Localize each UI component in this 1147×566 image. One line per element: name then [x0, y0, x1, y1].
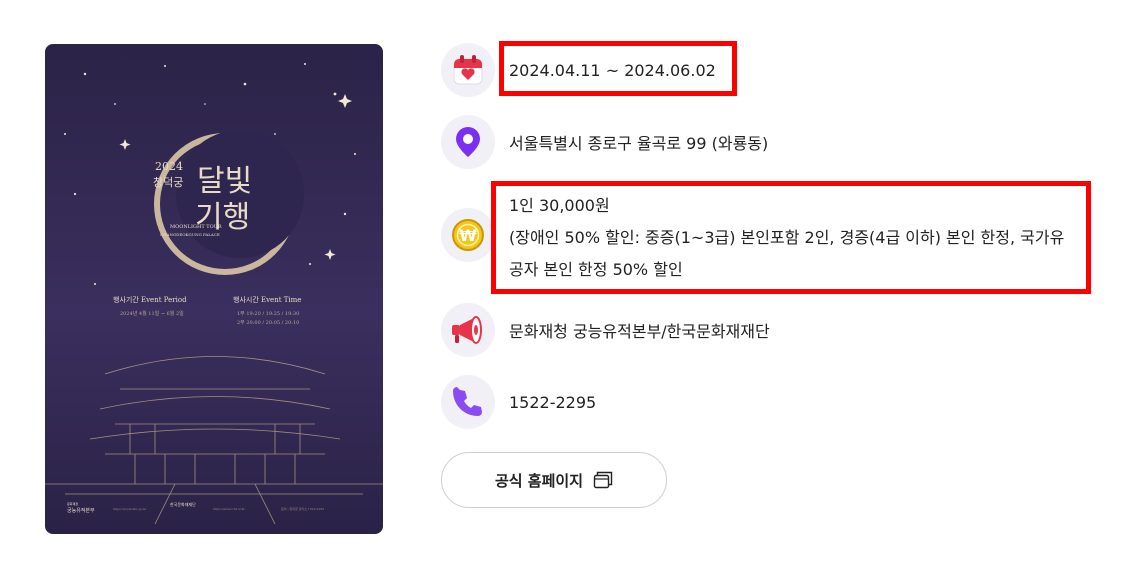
- official-homepage-button[interactable]: 공식 홈페이지: [441, 452, 667, 508]
- poster-artwork: [45, 63, 383, 525]
- calendar-icon-wrap: [441, 43, 495, 97]
- svg-text:₩: ₩: [459, 226, 477, 245]
- event-organizer: 문화재청 궁능유적본부/한국문화재재단: [509, 322, 770, 341]
- poster-contact: 문의 | 창덕궁 관리소 1522-2295: [281, 507, 325, 511]
- calendar-icon: [453, 55, 483, 85]
- organizer-row: 문화재청 궁능유적본부/한국문화재재단: [441, 303, 770, 357]
- event-poster: 2024 창덕궁 달빛 기행 MOONLIGHT TOUR CHANGDEOKG…: [45, 44, 383, 534]
- poster-org1: 궁능유적본부: [67, 508, 95, 514]
- poster-event-period-value: 2024년 4월 11일 ~ 6월 2일: [120, 311, 184, 317]
- poster-event-time-label: 행사시간 Event Time: [233, 296, 302, 304]
- phone-row: 1522-2295: [441, 375, 596, 429]
- megaphone-icon: [452, 316, 482, 344]
- poster-english-title: MOONLIGHT TOUR: [170, 224, 222, 230]
- phone-icon: [453, 387, 482, 416]
- poster-org1-small: 문화재청: [67, 502, 79, 506]
- price-row: ₩: [441, 208, 495, 262]
- coin-icon-wrap: ₩: [441, 208, 495, 262]
- poster-org2: 한국문화재재단: [170, 502, 196, 507]
- location-pin-icon: [456, 127, 480, 157]
- event-phone: 1522-2295: [509, 392, 597, 412]
- poster-year: 2024: [155, 160, 183, 173]
- homepage-button-label: 공식 홈페이지: [494, 471, 584, 490]
- event-detail-page: 2024 창덕궁 달빛 기행 MOONLIGHT TOUR CHANGDEOKG…: [0, 0, 1147, 566]
- new-window-icon: [593, 471, 613, 489]
- event-address: 서울특별시 종로구 율곡로 99 (와룡동): [509, 134, 769, 153]
- poster-event-period-label: 행사기간 Event Period: [113, 296, 187, 304]
- phone-icon-wrap: [441, 375, 495, 429]
- poster-english-sub: CHANGDEOKGUNG PALACE: [160, 232, 220, 237]
- poster-subtitle: 창덕궁: [153, 176, 184, 189]
- address-row: 서울특별시 종로구 율곡로 99 (와룡동): [441, 115, 768, 169]
- poster-url2: https://www.chf.or.kr: [213, 507, 245, 511]
- poster-event-time-value1: 1부 19:20 / 19:25 / 19:30: [237, 311, 300, 317]
- highlight-box-date: [499, 41, 737, 96]
- poster-url1: https://royal.khs.go.kr: [113, 507, 147, 511]
- coin-icon: ₩: [452, 219, 484, 251]
- location-icon-wrap: [441, 115, 495, 169]
- megaphone-icon-wrap: [441, 303, 495, 357]
- highlight-box-price: [491, 181, 1091, 294]
- poster-event-time-value2: 2부 20:00 / 20:05 / 20:10: [237, 320, 300, 326]
